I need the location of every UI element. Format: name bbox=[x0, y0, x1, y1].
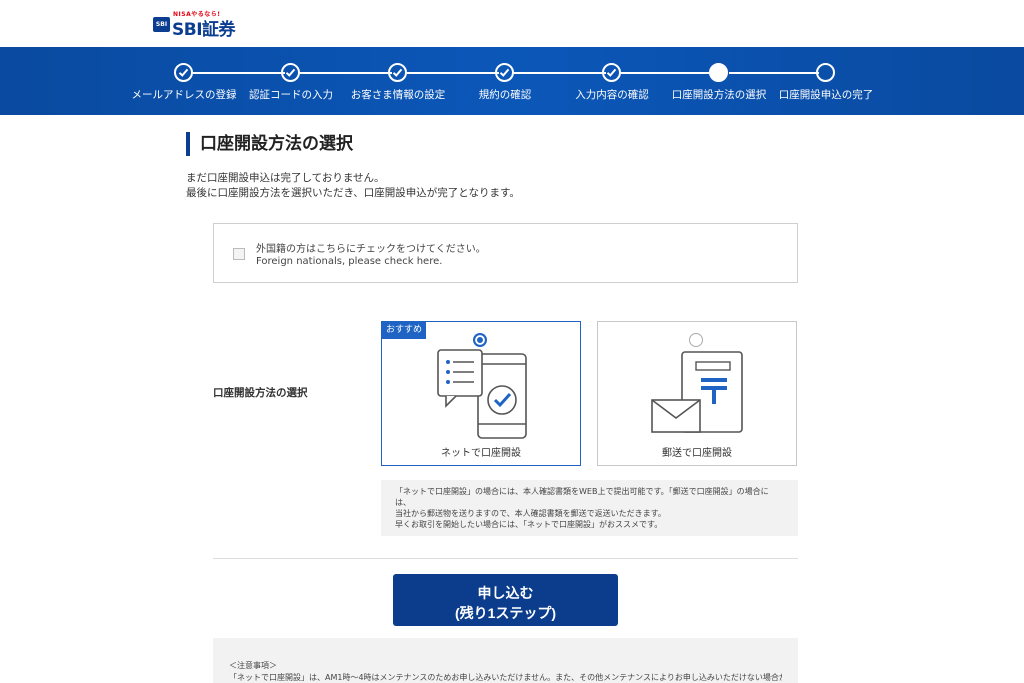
option-online-card[interactable]: おすすめ ネットで口座開設 bbox=[381, 321, 581, 466]
online-option-label: ネットで口座開設 bbox=[441, 448, 521, 459]
step-1: メールアドレスの登録 bbox=[124, 47, 244, 115]
check-circle-icon bbox=[495, 63, 514, 82]
note-line: 早くお取引を開始したい場合には、「ネットで口座開設」がおススメです。 bbox=[395, 520, 663, 529]
intro-line: まだ口座開設申込は完了しておりません。 bbox=[186, 172, 385, 184]
method-note: 「ネットで口座開設」の場合には、本人確認書類をWEB上で提出可能です。「郵送で口… bbox=[381, 480, 798, 536]
header: SBI NISAやるなら! SBI証券 bbox=[0, 0, 1024, 47]
step-label: 口座開設方法の選択 bbox=[671, 89, 767, 101]
sbi-logo[interactable]: SBI NISAやるなら! SBI証券 bbox=[153, 9, 263, 40]
step-label: 口座開設申込の完了 bbox=[778, 89, 874, 101]
submit-label: 申し込む bbox=[477, 585, 534, 601]
caution-line: 「ネットで口座開設」は、AM1時〜4時はメンテナンスのためお申し込みいただけませ… bbox=[229, 673, 782, 682]
step-6: 口座開設方法の選択 bbox=[659, 47, 779, 115]
step-2: 認証コードの入力 bbox=[231, 47, 351, 115]
recommend-badge: おすすめ bbox=[382, 322, 427, 339]
caution-title: ＜注意事項＞ bbox=[229, 661, 277, 670]
submit-button[interactable]: 申し込む (残り1ステップ) bbox=[393, 574, 618, 626]
check-circle-icon bbox=[602, 63, 621, 82]
check-circle-icon bbox=[281, 63, 300, 82]
logo-badge: SBI bbox=[153, 17, 170, 32]
caution-note: ＜注意事項＞ 「ネットで口座開設」は、AM1時〜4時はメンテナンスのためお申し込… bbox=[213, 638, 798, 683]
current-step-icon bbox=[709, 63, 728, 82]
note-line: 「ネットで口座開設」の場合には、本人確認書類をWEB上で提出可能です。「郵送で口… bbox=[395, 487, 769, 507]
note-line: 当社から郵送物を送りますので、本人確認書類を郵送で返送いただきます。 bbox=[395, 509, 666, 518]
step-label: メールアドレスの登録 bbox=[131, 89, 237, 101]
intro-line: 最後に口座開設方法を選択いただき、口座開設申込が完了となります。 bbox=[186, 187, 520, 199]
step-label: 規約の確認 bbox=[478, 89, 532, 101]
mail-option-label: 郵送で口座開設 bbox=[662, 448, 732, 459]
step-3: お客さま情報の設定 bbox=[338, 47, 458, 115]
smartphone-check-icon bbox=[437, 349, 527, 439]
foreign-label-ja: 外国籍の方はこちらにチェックをつけてください。 bbox=[256, 244, 486, 255]
foreign-national-checkbox[interactable] bbox=[233, 248, 245, 260]
logo-text: SBI証券 bbox=[172, 20, 236, 40]
method-label: 口座開設方法の選択 bbox=[213, 387, 308, 399]
submit-sublabel: (残り1ステップ) bbox=[454, 605, 557, 621]
step-label: 入力内容の確認 bbox=[575, 89, 649, 101]
check-circle-icon bbox=[388, 63, 407, 82]
check-circle-icon bbox=[174, 63, 193, 82]
step-5: 入力内容の確認 bbox=[552, 47, 672, 115]
intro-text: まだ口座開設申込は完了しておりません。 最後に口座開設方法を選択いただき、口座開… bbox=[186, 171, 520, 201]
step-7: 口座開設申込の完了 bbox=[766, 47, 886, 115]
step-label: お客さま情報の設定 bbox=[350, 89, 446, 101]
foreign-national-box: 外国籍の方はこちらにチェックをつけてください。 Foreign national… bbox=[213, 223, 798, 283]
progress-stepper: メールアドレスの登録 認証コードの入力 お客さま情報の設定 規約の確認 入力内容… bbox=[0, 47, 1024, 115]
step-4: 規約の確認 bbox=[445, 47, 565, 115]
page-title: 口座開設方法の選択 bbox=[186, 132, 353, 156]
step-label: 認証コードの入力 bbox=[249, 89, 333, 101]
empty-circle-icon bbox=[816, 63, 835, 82]
divider bbox=[213, 558, 798, 559]
foreign-label-en: Foreign nationals, please check here. bbox=[256, 256, 443, 267]
postal-mail-icon bbox=[651, 351, 743, 433]
option-mail-card[interactable]: 郵送で口座開設 bbox=[597, 321, 797, 466]
